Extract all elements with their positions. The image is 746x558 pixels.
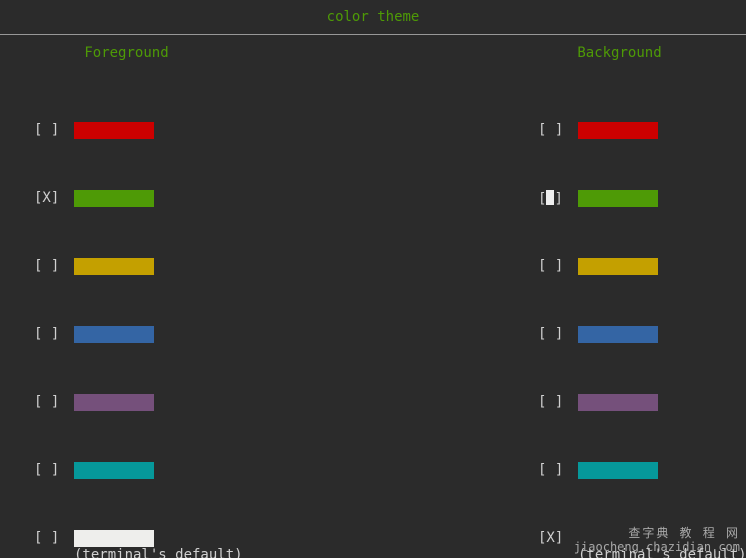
checkbox[interactable]: [ ]	[34, 326, 74, 342]
color-swatch-green	[578, 190, 658, 207]
watermark-line2: jiaocheng.chazidian.com	[574, 540, 740, 554]
bg-option-green[interactable]: []	[373, 189, 746, 207]
foreground-column: Foreground [ ] [X] [ ] [ ] [ ] [ ]	[0, 35, 373, 547]
caption: (terminal's default)	[74, 547, 243, 558]
checkbox[interactable]: [ ]	[538, 394, 578, 410]
color-swatch-green	[74, 190, 154, 207]
fg-option-white[interactable]: [ ] (terminal's default)	[0, 529, 373, 547]
color-swatch-yellow	[578, 258, 658, 275]
color-swatch-cyan	[578, 462, 658, 479]
color-swatch-yellow	[74, 258, 154, 275]
background-header: Background	[493, 35, 746, 71]
fg-option-red[interactable]: [ ]	[0, 121, 373, 139]
bg-option-yellow[interactable]: [ ]	[373, 257, 746, 275]
color-swatch-white	[74, 530, 154, 547]
fg-option-green[interactable]: [X]	[0, 189, 373, 207]
background-column: Background [ ] [] [ ] [ ] [ ] [ ]	[373, 35, 746, 547]
bg-option-cyan[interactable]: [ ]	[373, 461, 746, 479]
cursor-icon	[546, 190, 554, 205]
checkbox[interactable]: [X]	[538, 530, 578, 546]
checkbox[interactable]: [ ]	[538, 122, 578, 138]
bg-option-purple[interactable]: [ ]	[373, 393, 746, 411]
bg-option-blue[interactable]: [ ]	[373, 325, 746, 343]
checkbox[interactable]: [ ]	[34, 258, 74, 274]
checkbox[interactable]: [ ]	[34, 394, 74, 410]
checkbox[interactable]: [ ]	[34, 462, 74, 478]
checkbox[interactable]: [X]	[34, 190, 74, 206]
bg-option-red[interactable]: [ ]	[373, 121, 746, 139]
checkbox[interactable]: []	[538, 190, 578, 207]
color-swatch-cyan	[74, 462, 154, 479]
checkbox[interactable]: [ ]	[34, 122, 74, 138]
checkbox[interactable]: [ ]	[34, 530, 74, 546]
fg-option-yellow[interactable]: [ ]	[0, 257, 373, 275]
checkbox[interactable]: [ ]	[538, 258, 578, 274]
fg-option-blue[interactable]: [ ]	[0, 325, 373, 343]
watermark-line1: 查字典 教 程 网	[574, 526, 740, 540]
foreground-header: Foreground	[0, 35, 373, 71]
color-theme-columns: Foreground [ ] [X] [ ] [ ] [ ] [ ]	[0, 35, 746, 547]
color-swatch-purple	[74, 394, 154, 411]
checkbox[interactable]: [ ]	[538, 462, 578, 478]
color-swatch-blue	[74, 326, 154, 343]
title-text: color theme	[327, 9, 420, 25]
checkbox[interactable]: [ ]	[538, 326, 578, 342]
color-swatch-blue	[578, 326, 658, 343]
watermark: 查字典 教 程 网 jiaocheng.chazidian.com	[574, 526, 740, 554]
color-swatch-red	[74, 122, 154, 139]
fg-option-cyan[interactable]: [ ]	[0, 461, 373, 479]
title-bar: color theme	[0, 0, 746, 35]
color-swatch-purple	[578, 394, 658, 411]
color-swatch-red	[578, 122, 658, 139]
fg-option-purple[interactable]: [ ]	[0, 393, 373, 411]
